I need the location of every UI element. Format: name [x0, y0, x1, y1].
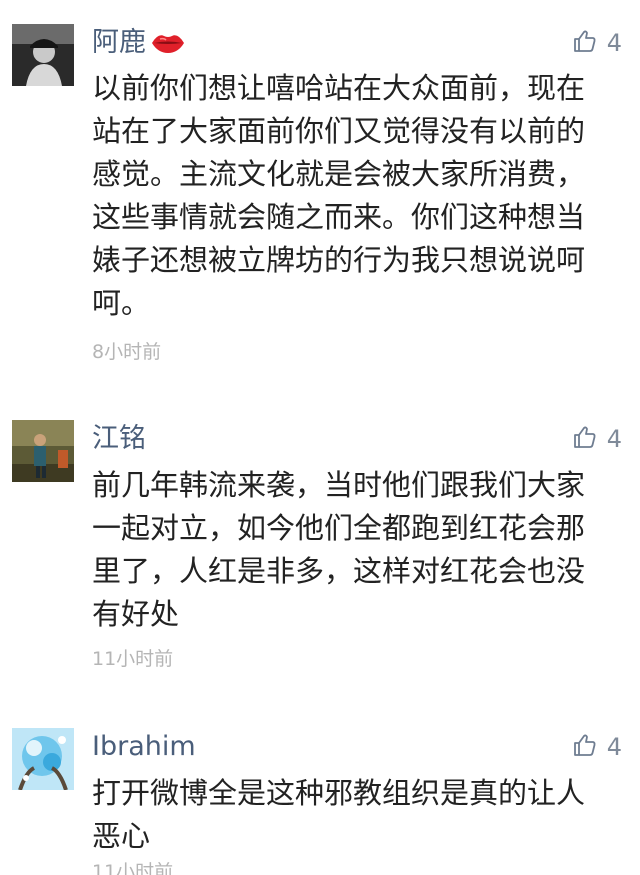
like-button[interactable]: 4	[573, 730, 622, 764]
thumbs-up-icon	[573, 29, 597, 57]
comment-text: 前几年韩流来袭，当时他们跟我们大家一起对立，如今他们全都跑到红花会那里了，人红是…	[92, 468, 586, 631]
username[interactable]: 阿鹿	[92, 26, 186, 64]
like-button[interactable]: 4	[573, 26, 622, 60]
timestamp: 8小时前	[92, 341, 162, 363]
avatar[interactable]	[12, 24, 74, 86]
comment-text: 打开微博全是这种邪教组织是真的让人恶心	[92, 776, 586, 853]
comment-item: 江铭 4 前几年韩流来袭，当时他们跟我们大家一起对立，如今他们全都跑到红花会那里…	[0, 400, 640, 710]
comment-list: 阿鹿 4 以前你们想让嘻哈站在大众面前，现在站在了大家面前你们又觉得没有以前的感…	[0, 0, 640, 875]
like-count: 4	[606, 29, 622, 57]
thumbs-up-icon	[573, 425, 597, 453]
comment-item: Ibrahim 4 打开微博全是这种邪教组织是真的让人恶心 11小时前	[0, 710, 640, 875]
like-count: 4	[606, 733, 622, 761]
username[interactable]: 江铭	[92, 422, 146, 456]
like-count: 4	[606, 425, 622, 453]
lips-icon	[150, 30, 186, 64]
avatar[interactable]	[12, 728, 74, 790]
avatar[interactable]	[12, 420, 74, 482]
comment-item: 阿鹿 4 以前你们想让嘻哈站在大众面前，现在站在了大家面前你们又觉得没有以前的感…	[0, 0, 640, 400]
comment-text: 以前你们想让嘻哈站在大众面前，现在站在了大家面前你们又觉得没有以前的感觉。主流文…	[92, 71, 586, 320]
username[interactable]: Ibrahim	[92, 730, 196, 764]
timestamp: 11小时前	[92, 861, 174, 875]
timestamp: 11小时前	[92, 648, 174, 670]
thumbs-up-icon	[573, 733, 597, 761]
like-button[interactable]: 4	[573, 422, 622, 456]
